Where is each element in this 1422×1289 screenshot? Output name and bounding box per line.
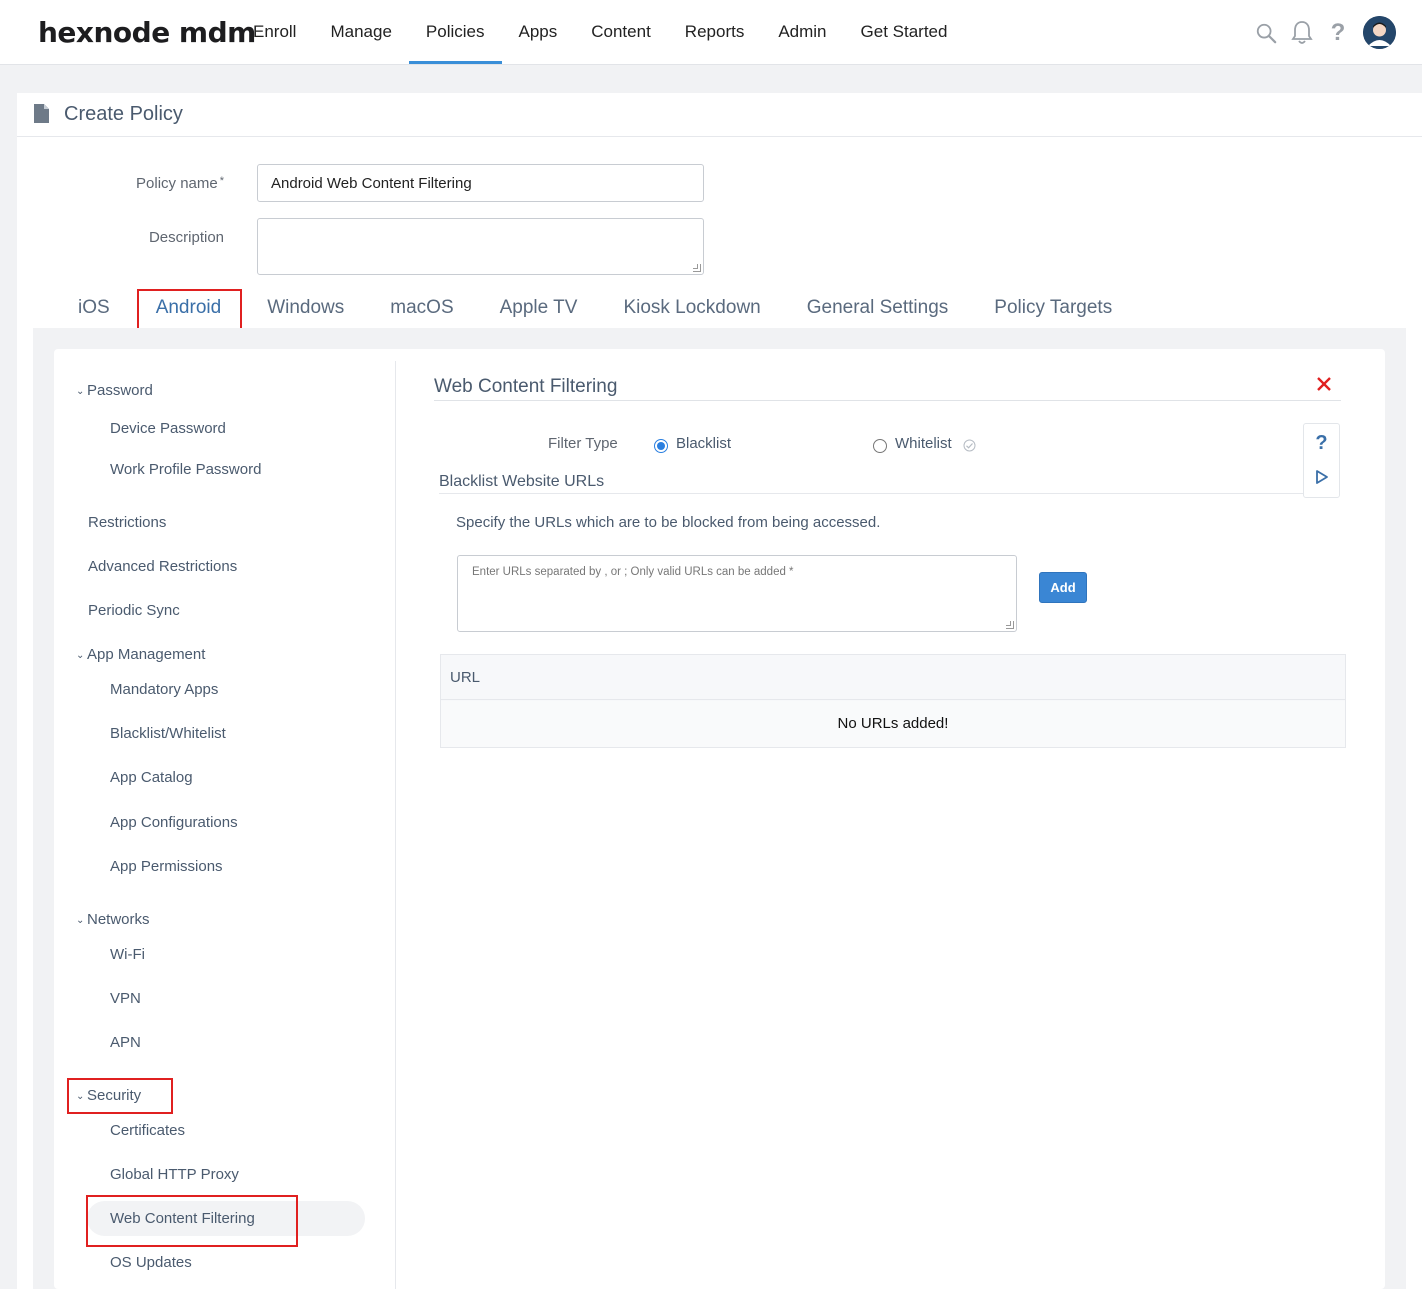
help-icon[interactable]: ? (1327, 19, 1349, 46)
description-label: Description (148, 229, 224, 246)
nav-apps[interactable]: Apps (502, 0, 575, 64)
instruction-text: Specify the URLs which are to be blocked… (456, 514, 881, 531)
nav-get-started[interactable]: Get Started (844, 0, 965, 64)
resize-handle-icon[interactable] (693, 264, 701, 272)
tab-windows[interactable]: Windows (244, 291, 367, 331)
sidebar-item-apn[interactable]: APN (110, 1034, 141, 1051)
tab-apple-tv[interactable]: Apple TV (477, 291, 601, 331)
nav-policies[interactable]: Policies (408, 0, 502, 64)
main-nav: Enroll Manage Policies Apps Content Repo… (236, 0, 964, 64)
tab-macos[interactable]: macOS (367, 291, 476, 331)
table-empty-message: No URLs added! (441, 701, 1345, 747)
tab-general-settings[interactable]: General Settings (784, 291, 972, 331)
tab-policy-targets[interactable]: Policy Targets (971, 291, 1135, 331)
filter-type-label: Filter Type (548, 435, 618, 452)
sidebar-item-certificates[interactable]: Certificates (110, 1122, 185, 1139)
tab-kiosk-lockdown[interactable]: Kiosk Lockdown (600, 291, 783, 331)
sidebar-group-app-management[interactable]: ⌄ App Management (76, 646, 205, 663)
panel-header: Create Policy (17, 93, 1422, 137)
sidebar-item-periodic-sync[interactable]: Periodic Sync (88, 602, 180, 619)
table-header: URL (441, 655, 1345, 700)
web-content-filtering-highlight (86, 1195, 298, 1247)
sidebar-item-os-updates[interactable]: OS Updates (110, 1254, 192, 1271)
add-url-button[interactable]: Add (1039, 572, 1087, 603)
sidebar-item-mandatory-apps[interactable]: Mandatory Apps (110, 681, 218, 698)
sidebar-item-wifi[interactable]: Wi-Fi (110, 946, 145, 963)
top-icons: ? (1255, 16, 1396, 49)
sidebar-item-device-password[interactable]: Device Password (110, 420, 226, 437)
chevron-down-icon: ⌄ (76, 650, 85, 661)
sidebar-group-networks[interactable]: ⌄ Networks (76, 911, 150, 928)
column-header-url: URL (450, 669, 481, 686)
create-policy-panel: Create Policy Policy name * Android Web C… (17, 93, 1422, 1289)
chevron-down-icon: ⌄ (76, 386, 85, 397)
sidebar-item-app-configurations[interactable]: App Configurations (110, 814, 238, 831)
nav-manage[interactable]: Manage (313, 0, 408, 64)
help-panel: ? (1303, 423, 1340, 498)
sidebar-item-vpn[interactable]: VPN (110, 990, 141, 1007)
policy-name-label: Policy name * (136, 175, 224, 192)
sidebar-item-restrictions[interactable]: Restrictions (88, 514, 166, 531)
radio-blacklist[interactable] (654, 439, 668, 453)
document-icon (34, 104, 49, 123)
nav-admin[interactable]: Admin (761, 0, 843, 64)
description-textarea[interactable] (257, 218, 704, 275)
policy-name-input[interactable]: Android Web Content Filtering (257, 164, 704, 202)
security-highlight (67, 1078, 173, 1114)
nav-content[interactable]: Content (574, 0, 668, 64)
bell-icon[interactable] (1291, 20, 1313, 46)
url-table: URL No URLs added! (440, 654, 1346, 748)
section-title: Web Content Filtering (434, 376, 618, 397)
whitelist-label[interactable]: Whitelist (895, 435, 952, 452)
help-question-icon[interactable]: ? (1304, 432, 1339, 455)
resize-handle-icon[interactable] (1006, 621, 1014, 629)
sidebar-item-app-permissions[interactable]: App Permissions (110, 858, 223, 875)
page-title: Create Policy (64, 103, 183, 125)
user-avatar[interactable] (1363, 16, 1396, 49)
policy-settings-card (54, 349, 1385, 1289)
subsection-title: Blacklist Website URLs (439, 473, 605, 490)
chevron-down-icon: ⌄ (76, 915, 85, 926)
close-icon[interactable] (1315, 374, 1333, 396)
nav-enroll[interactable]: Enroll (236, 0, 313, 64)
url-input-placeholder: Enter URLs separated by , or ; Only vali… (472, 566, 794, 578)
sidebar-divider (395, 361, 396, 1289)
subsection-divider (439, 493, 1303, 494)
nav-reports[interactable]: Reports (668, 0, 762, 64)
top-navbar: hexnode mdm Enroll Manage Policies Apps … (0, 0, 1422, 65)
sidebar-item-work-profile-password[interactable]: Work Profile Password (110, 461, 261, 478)
search-icon[interactable] (1255, 20, 1277, 46)
sidebar-item-global-http-proxy[interactable]: Global HTTP Proxy (110, 1166, 239, 1183)
play-video-icon[interactable] (1315, 469, 1329, 485)
sidebar-item-blacklist-whitelist[interactable]: Blacklist/Whitelist (110, 725, 226, 742)
sidebar-group-password[interactable]: ⌄ Password (76, 382, 153, 399)
url-input-textarea[interactable]: Enter URLs separated by , or ; Only vali… (457, 555, 1017, 632)
sidebar-item-advanced-restrictions[interactable]: Advanced Restrictions (88, 558, 237, 575)
blacklist-label[interactable]: Blacklist (676, 435, 731, 452)
hexnode-logo[interactable]: hexnode mdm (38, 16, 256, 49)
sidebar-item-app-catalog[interactable]: App Catalog (110, 769, 193, 786)
tab-ios[interactable]: iOS (62, 291, 133, 331)
section-divider (434, 400, 1341, 401)
radio-whitelist[interactable] (873, 439, 887, 453)
verified-check-icon (963, 439, 976, 452)
